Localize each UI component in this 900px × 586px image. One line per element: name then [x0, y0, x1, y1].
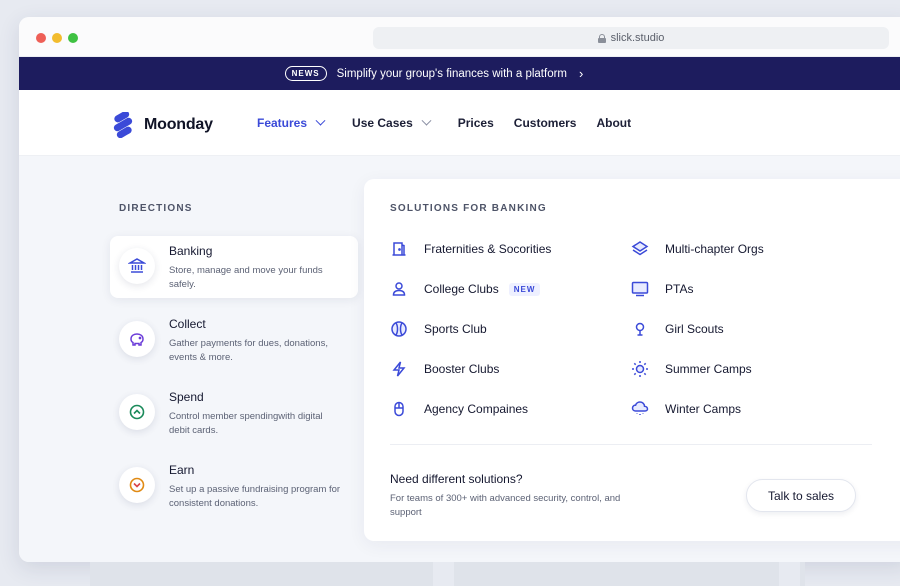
solution-summer-camps[interactable]: Summer Camps	[631, 360, 752, 378]
nav-prices-label: Prices	[457, 116, 494, 130]
nav-customers-label: Customers	[513, 116, 577, 130]
directions-title: DIRECTIONS	[119, 203, 193, 214]
footer-description: For teams of 300+ with advanced security…	[390, 493, 621, 518]
lightning-icon	[390, 360, 408, 378]
monitor-icon	[631, 280, 649, 298]
solution-multi-chapter[interactable]: Multi-chapter Orgs	[631, 240, 764, 258]
moonday-logo-icon	[113, 112, 133, 138]
arrow-up-circle-icon	[119, 394, 155, 430]
solutions-panel: SOLUTIONS FOR BANKING Fraternities & Soc…	[364, 179, 900, 541]
piggy-bank-icon	[119, 321, 155, 357]
door-icon	[390, 240, 408, 258]
nav-features-label: Features	[257, 116, 308, 130]
banner-text: Simplify your group's finances with a pl…	[336, 67, 568, 80]
solution-ptas[interactable]: PTAs	[631, 280, 693, 298]
ball-icon	[390, 320, 408, 338]
directions-panel: DIRECTIONS Banking Store, manage and mov…	[19, 156, 364, 562]
solution-sports-club[interactable]: Sports Club	[390, 320, 487, 338]
solution-winter-camps[interactable]: Winter Camps	[631, 400, 741, 418]
mouse-icon	[390, 400, 408, 418]
direction-description: Control member spendingwith digital debi…	[169, 411, 323, 436]
close-window-button[interactable]	[36, 33, 46, 43]
solution-college-clubs[interactable]: College Clubs NEW	[390, 280, 541, 298]
user-icon	[390, 280, 408, 298]
solution-booster-clubs[interactable]: Booster Clubs	[390, 360, 499, 378]
logo[interactable]: Moonday	[110, 112, 213, 138]
direction-item-banking[interactable]: Banking Store, manage and move your fund…	[110, 236, 358, 298]
talk-to-sales-button[interactable]: Talk to sales	[746, 479, 856, 512]
new-badge: NEW	[508, 282, 541, 296]
lock-icon	[597, 33, 606, 43]
solution-fraternities[interactable]: Fraternities & Socorities	[390, 240, 551, 258]
nav-about[interactable]: About	[596, 116, 631, 130]
solution-label: Multi-chapter Orgs	[665, 242, 764, 256]
solution-label: College Clubs	[424, 282, 499, 296]
news-badge: NEWS	[284, 66, 327, 81]
browser-chrome: slick.studio	[19, 17, 900, 57]
nav-customers[interactable]: Customers	[514, 116, 577, 130]
direction-item-spend[interactable]: Spend Control member spendingwith digita…	[110, 382, 358, 444]
solution-label: Summer Camps	[665, 362, 752, 376]
direction-item-earn[interactable]: Earn Set up a passive fundraising progra…	[110, 455, 358, 517]
chevron-down-icon	[421, 115, 432, 126]
top-navigation: Moonday Features Use Cases Prices Custom…	[19, 90, 900, 156]
snow-cloud-icon	[631, 400, 649, 418]
direction-description: Set up a passive fundraising program for…	[169, 484, 341, 509]
location-pin-icon	[631, 320, 649, 338]
direction-description: Gather payments for dues, donations, eve…	[169, 338, 328, 363]
nav-menu: Features Use Cases Prices Customers Abou…	[257, 115, 631, 130]
solution-label: PTAs	[665, 282, 694, 296]
chevron-right-icon: ›	[579, 66, 584, 81]
nav-prices[interactable]: Prices	[458, 116, 494, 130]
announcement-banner[interactable]: NEWS Simplify your group's finances with…	[19, 57, 900, 90]
solution-girl-scouts[interactable]: Girl Scouts	[631, 320, 724, 338]
maximize-window-button[interactable]	[68, 33, 78, 43]
nav-features[interactable]: Features	[257, 115, 326, 130]
bank-icon	[119, 248, 155, 284]
sun-icon	[631, 360, 649, 378]
solution-label: Fraternities & Socorities	[424, 242, 552, 256]
nav-about-label: About	[596, 116, 632, 130]
layers-icon	[631, 240, 649, 258]
chevron-down-icon	[315, 115, 326, 126]
background-gap	[779, 562, 800, 586]
solutions-title: SOLUTIONS FOR BANKING	[390, 203, 547, 214]
footer-title: Need different solutions?	[390, 472, 523, 486]
nav-use-cases-label: Use Cases	[352, 116, 413, 130]
divider	[390, 444, 872, 445]
solution-label: Agency Compaines	[424, 402, 529, 416]
arrow-down-circle-icon	[119, 467, 155, 503]
solution-label: Sports Club	[424, 322, 487, 336]
direction-name: Banking	[169, 244, 213, 258]
direction-name: Spend	[169, 390, 204, 404]
solution-label: Girl Scouts	[665, 322, 724, 336]
nav-use-cases[interactable]: Use Cases	[352, 115, 432, 130]
url-text: slick.studio	[610, 32, 665, 44]
address-bar[interactable]: slick.studio	[373, 27, 889, 49]
solution-label: Winter Camps	[665, 402, 742, 416]
background-gap	[433, 562, 454, 586]
solution-agency[interactable]: Agency Compaines	[390, 400, 528, 418]
direction-name: Earn	[169, 463, 195, 477]
direction-description: Store, manage and move your funds safely…	[169, 265, 323, 290]
solution-label: Booster Clubs	[424, 362, 500, 376]
browser-window: slick.studio NEWS Simplify your group's …	[19, 17, 900, 562]
direction-item-collect[interactable]: Collect Gather payments for dues, donati…	[110, 309, 358, 371]
minimize-window-button[interactable]	[52, 33, 62, 43]
logo-text: Moonday	[144, 116, 213, 133]
direction-name: Collect	[169, 317, 206, 331]
